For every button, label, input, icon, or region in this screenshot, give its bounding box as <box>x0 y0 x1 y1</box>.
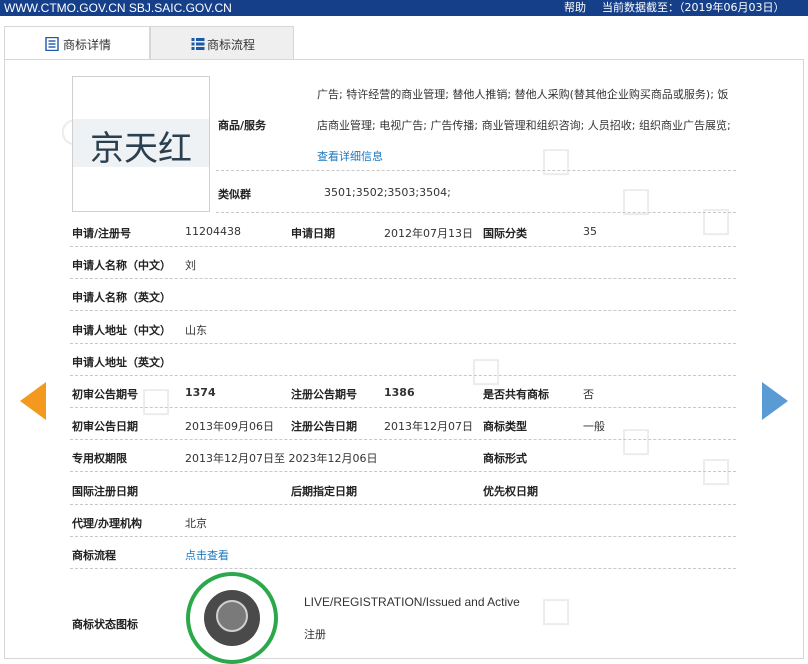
flow-label: 商标流程 <box>72 549 116 562</box>
watermark: □ <box>700 200 733 240</box>
top-bar: WWW.CTMO.GOV.CN SBJ.SAIC.GOV.CN 帮助 当前数据截… <box>0 0 808 16</box>
divider <box>70 375 736 376</box>
help-link[interactable]: 帮助 <box>564 0 586 16</box>
tm-type-label: 商标类型 <box>483 420 527 433</box>
agent-value: 北京 <box>185 517 207 530</box>
address-cn-label: 申请人地址（中文） <box>72 324 171 337</box>
reg-pub-date-label: 注册公告日期 <box>291 420 357 433</box>
watermark: □ <box>140 380 173 420</box>
tab-trademark-details[interactable]: 商标详情 <box>4 26 150 60</box>
tab-label: 商标详情 <box>63 38 112 52</box>
tm-type-value: 一般 <box>583 420 605 433</box>
applicant-cn-label: 申请人名称（中文） <box>72 259 171 272</box>
status-cn-text: 注册 <box>304 628 326 641</box>
list-icon <box>191 38 205 50</box>
tab-trademark-flow[interactable]: 商标流程 <box>150 26 294 60</box>
medal-icon <box>216 600 248 632</box>
watermark: □ <box>700 450 733 490</box>
prelim-no-value: 1374 <box>185 386 216 399</box>
watermark: □ <box>620 180 653 220</box>
trademark-image: 京天红 <box>72 76 210 212</box>
watermark: □ <box>470 350 503 390</box>
app-date-value: 2012年07月13日 <box>384 227 473 240</box>
tm-form-label: 商标形式 <box>483 452 527 465</box>
prelim-no-label: 初审公告期号 <box>72 388 138 401</box>
later-date-label: 后期指定日期 <box>291 485 357 498</box>
watermark: □ <box>540 590 573 630</box>
shared-label: 是否共有商标 <box>483 388 549 401</box>
prev-arrow-icon[interactable] <box>20 382 46 420</box>
goods-services-line2: 店商业管理; 电视广告; 广告传播; 商业管理和组织咨询; 人员招收; 组织商业… <box>317 119 731 132</box>
tab-strip: 商标详情 商标流程 <box>0 16 808 60</box>
trademark-image-text: 京天红 <box>90 129 192 169</box>
goods-services-label: 商品/服务 <box>218 119 267 132</box>
watermark: □ <box>540 140 573 180</box>
reg-pub-date-value: 2013年12月07日 <box>384 420 473 433</box>
similar-group-value: 3501;3502;3503;3504; <box>324 186 451 199</box>
divider <box>70 278 736 279</box>
status-badge-icon <box>186 572 278 664</box>
divider <box>216 170 736 171</box>
divider <box>70 568 736 569</box>
applicant-en-label: 申请人名称（英文） <box>72 291 171 304</box>
site-url: WWW.CTMO.GOV.CN SBJ.SAIC.GOV.CN <box>4 1 232 15</box>
tab-label: 商标流程 <box>207 38 256 52</box>
similar-group-label: 类似群 <box>218 188 251 201</box>
divider <box>70 310 736 311</box>
reg-pub-no-label: 注册公告期号 <box>291 388 357 401</box>
status-icon-label: 商标状态图标 <box>72 618 138 631</box>
flow-view-link[interactable]: 点击查看 <box>185 547 229 563</box>
divider <box>70 343 736 344</box>
exclusive-label: 专用权期限 <box>72 452 127 465</box>
document-icon <box>45 37 59 51</box>
divider <box>70 439 736 440</box>
divider <box>70 407 736 408</box>
watermark: □ <box>620 420 653 460</box>
status-en-text: LIVE/REGISTRATION/Issued and Active <box>304 595 520 609</box>
intl-class-value: 35 <box>583 225 597 238</box>
shared-value: 否 <box>583 388 594 401</box>
intl-reg-date-label: 国际注册日期 <box>72 485 138 498</box>
intl-class-label: 国际分类 <box>483 227 527 240</box>
prelim-date-value: 2013年09月06日 <box>185 420 274 433</box>
divider <box>70 471 736 472</box>
data-date-text: 当前数据截至：（2019年06月03日） <box>602 1 785 14</box>
goods-services-line1: 广告; 特许经营的商业管理; 替他人推销; 替他人采购(替其他企业购买商品或服务… <box>317 88 729 101</box>
divider <box>70 504 736 505</box>
divider <box>70 246 736 247</box>
divider <box>70 536 736 537</box>
reg-no-label: 申请/注册号 <box>72 227 132 240</box>
divider <box>216 212 736 213</box>
exclusive-value: 2013年12月07日至 2023年12月06日 <box>185 452 378 465</box>
applicant-cn-value: 刘 <box>185 259 196 272</box>
app-date-label: 申请日期 <box>291 227 335 240</box>
view-details-link[interactable]: 查看详细信息 <box>317 148 383 164</box>
priority-date-label: 优先权日期 <box>483 485 538 498</box>
reg-no-value: 11204438 <box>185 225 241 238</box>
reg-pub-no-value: 1386 <box>384 386 415 399</box>
address-en-label: 申请人地址（英文） <box>72 356 171 369</box>
next-arrow-icon[interactable] <box>762 382 788 420</box>
prelim-date-label: 初审公告日期 <box>72 420 138 433</box>
agent-label: 代理/办理机构 <box>72 517 143 530</box>
address-cn-value: 山东 <box>185 324 207 337</box>
